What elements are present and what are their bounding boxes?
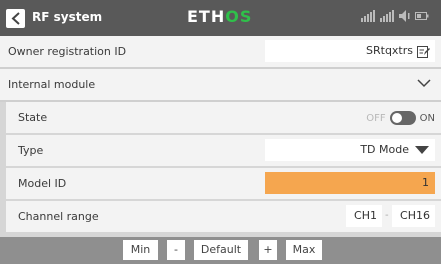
dropdown-arrow-icon (415, 146, 429, 154)
channel-range-label: Channel range (18, 210, 99, 223)
state-toggle-group[interactable]: OFF ON (366, 110, 435, 126)
model-id-row: Model ID 1 (6, 168, 441, 199)
minus-button[interactable]: - (167, 240, 185, 260)
channel-to-field[interactable]: CH16 (392, 205, 435, 227)
channel-from-field[interactable]: CH1 (346, 205, 382, 227)
type-select[interactable]: TD Mode (265, 139, 435, 161)
chevron-down-icon[interactable] (417, 79, 431, 88)
bottom-keypad-bar: Min - Default + Max (0, 237, 441, 264)
channel-range-dash: - (385, 210, 389, 221)
settings-list: Owner registration ID SRtqxtrs Internal … (0, 36, 441, 237)
type-label: Type (18, 144, 44, 157)
toggle-off-label: OFF (366, 112, 386, 124)
channel-from-value: CH1 (354, 209, 377, 222)
back-button[interactable] (6, 9, 25, 28)
page-title: RF system (32, 10, 103, 24)
back-icon (11, 12, 20, 25)
channel-range-row: Channel range CH1 - CH16 (6, 201, 441, 232)
owner-registration-label: Owner registration ID (8, 45, 127, 58)
speaker-icon (399, 10, 410, 22)
owner-registration-value: SRtqxtrs (366, 44, 413, 57)
toggle-on-label: ON (419, 112, 435, 124)
edit-icon (417, 46, 430, 58)
internal-module-row[interactable]: Internal module (0, 69, 441, 100)
top-bar: RF system ETHOS (0, 0, 441, 36)
plus-button[interactable]: + (259, 240, 277, 260)
state-toggle[interactable] (389, 111, 416, 125)
status-icons (361, 10, 429, 22)
default-button[interactable]: Default (194, 240, 248, 260)
internal-module-label: Internal module (8, 78, 96, 91)
state-label: State (18, 111, 48, 124)
battery-icon (415, 12, 429, 20)
model-id-field[interactable]: 1 (265, 172, 435, 194)
brand-accent: OS (225, 7, 253, 26)
signal-strength-icon (380, 10, 394, 22)
state-row: State OFF ON (6, 102, 441, 133)
brand-main: ETH (187, 7, 226, 26)
toggle-knob (391, 113, 402, 123)
type-row: Type TD Mode (6, 135, 441, 166)
owner-registration-field[interactable]: SRtqxtrs (265, 40, 435, 62)
channel-to-value: CH16 (400, 209, 430, 222)
type-value: TD Mode (360, 143, 409, 156)
brand-logo: ETHOS (187, 7, 252, 26)
model-id-value: 1 (422, 176, 429, 189)
owner-registration-row: Owner registration ID SRtqxtrs (0, 36, 441, 67)
signal-strength-icon (361, 10, 375, 22)
model-id-label: Model ID (18, 177, 67, 190)
min-button[interactable]: Min (123, 240, 158, 260)
max-button[interactable]: Max (286, 240, 322, 260)
